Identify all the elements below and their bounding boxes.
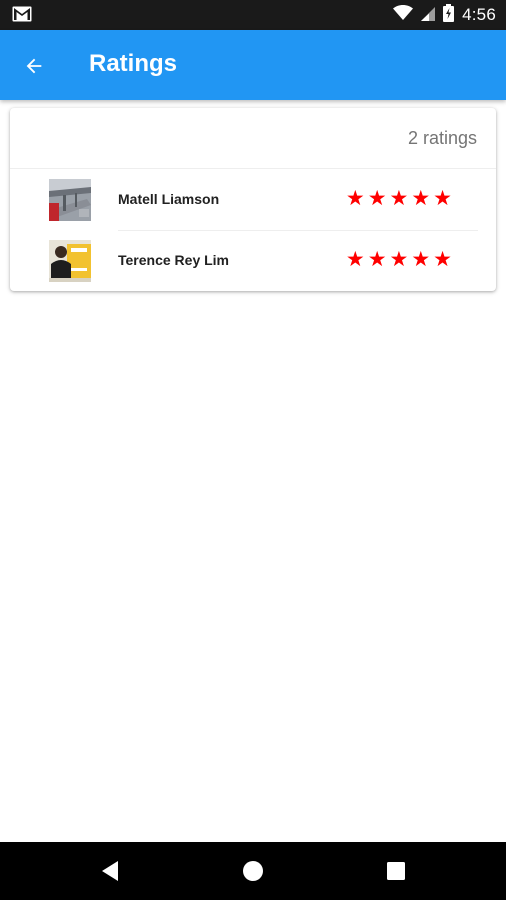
system-nav-bar — [0, 842, 506, 900]
star-icon: ★ — [345, 247, 365, 271]
star-icon: ★ — [367, 186, 387, 210]
nav-back-button[interactable] — [98, 859, 122, 883]
status-bar: 4:56 — [0, 0, 506, 30]
battery-icon — [443, 3, 455, 27]
ratings-count: 2 ratings — [407, 128, 477, 148]
signal-icon — [421, 5, 436, 26]
star-icon: ★ — [411, 247, 431, 271]
ratings-card: 2 ratings Matell Liamson ★ ★ ★ ★ ★ Teren… — [10, 108, 496, 291]
nav-home-button[interactable] — [241, 859, 265, 883]
nav-recents-button[interactable] — [384, 859, 408, 883]
page-title: Ratings — [89, 50, 178, 77]
star-icon: ★ — [433, 186, 452, 210]
rating-row[interactable]: Matell Liamson ★ ★ ★ ★ ★ — [10, 169, 496, 231]
status-icons: 4:56 — [393, 3, 496, 27]
back-triangle-icon — [102, 861, 118, 881]
wifi-icon — [393, 4, 414, 26]
star-icon: ★ — [367, 247, 387, 271]
reviewer-name: Terence Rey Lim — [118, 252, 230, 268]
star-rating: ★ ★ ★ ★ ★ — [346, 185, 452, 211]
recents-square-icon — [387, 862, 405, 880]
status-time: 4:56 — [462, 5, 496, 24]
ratings-card-header: 2 ratings — [10, 108, 496, 169]
ratings-screen: 4:56 Ratings 2 ratings Matell Liamson ★ … — [0, 0, 506, 900]
back-button[interactable] — [16, 50, 52, 82]
reviewer-name: Matell Liamson — [118, 191, 220, 207]
gmail-icon — [12, 6, 32, 22]
arrow-back-icon — [26, 58, 42, 74]
star-icon: ★ — [389, 186, 409, 210]
home-circle-icon — [243, 861, 263, 881]
star-icon: ★ — [433, 247, 452, 271]
rating-row[interactable]: Terence Rey Lim ★ ★ ★ ★ ★ — [10, 230, 496, 291]
app-bar: Ratings — [0, 30, 506, 100]
avatar — [49, 179, 91, 221]
star-icon: ★ — [345, 186, 365, 210]
star-icon: ★ — [389, 247, 409, 271]
star-rating: ★ ★ ★ ★ ★ — [346, 246, 452, 272]
avatar — [49, 240, 91, 282]
star-icon: ★ — [411, 186, 431, 210]
